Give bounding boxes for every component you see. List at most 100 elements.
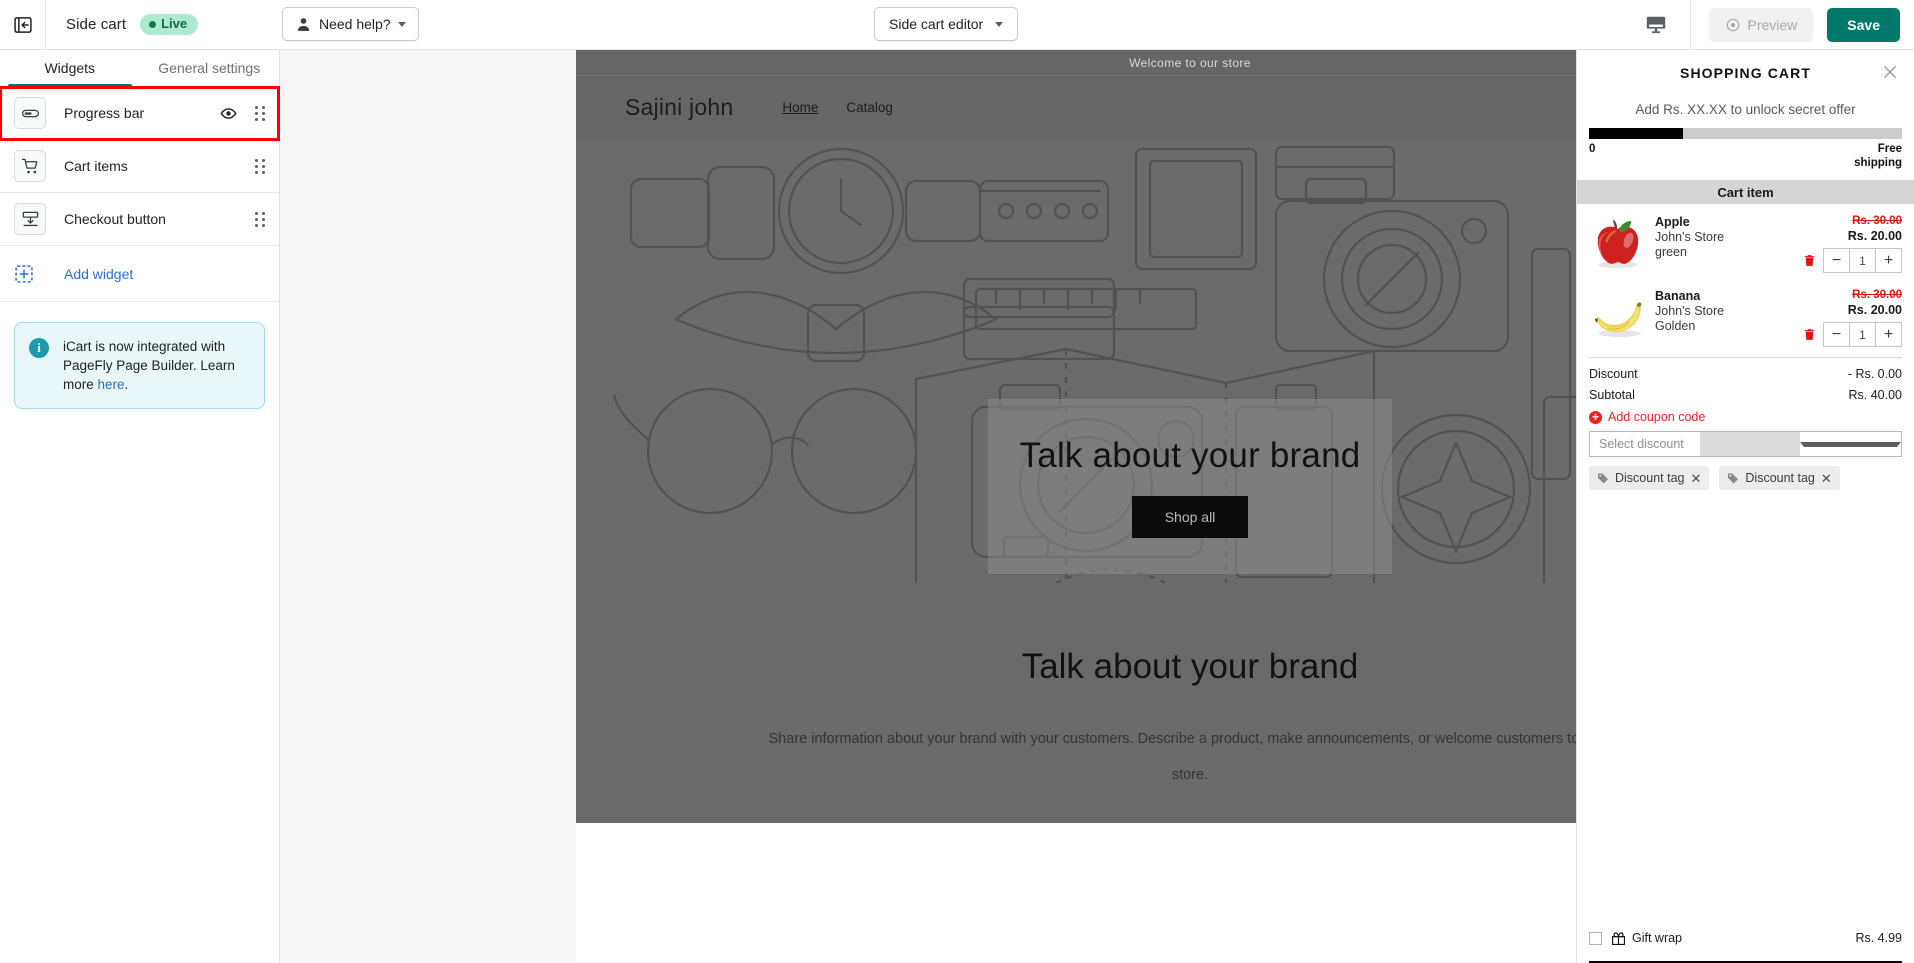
total-value: - Rs. 0.00 — [1847, 367, 1902, 381]
plus-circle-icon: + — [1589, 410, 1602, 424]
widget-row-cart-items[interactable]: Cart items — [0, 140, 279, 193]
trash-icon — [1804, 329, 1815, 340]
store-nav: Home Catalog — [782, 100, 893, 115]
discount-tag[interactable]: Discount tag ✕ — [1719, 466, 1840, 490]
widget-label: Cart items — [64, 158, 128, 174]
product-info: Banana John's Store Golden — [1655, 287, 1780, 334]
widget-icon-wrapper — [14, 97, 46, 129]
discount-select[interactable]: Select discount — [1589, 431, 1902, 457]
decrease-quantity-button[interactable]: − — [1824, 323, 1849, 346]
support-agent-icon — [297, 17, 310, 31]
product-variant: Golden — [1655, 319, 1696, 333]
product-name: Banana — [1655, 289, 1701, 303]
banana-image — [1595, 302, 1642, 337]
cart-spacer — [1577, 490, 1914, 923]
add-widget-button[interactable]: Add widget — [0, 246, 279, 302]
editor-select-label: Side cart editor — [889, 16, 984, 32]
status-badge: Live — [140, 14, 199, 35]
shop-all-button[interactable]: Shop all — [1131, 495, 1249, 538]
cart-item-row: Apple John's Store green Rs. 30.00 Rs. 2… — [1577, 204, 1914, 278]
close-cart-button[interactable] — [1881, 63, 1899, 81]
nav-link-home[interactable]: Home — [782, 100, 818, 115]
chevron-down-icon — [995, 21, 1004, 27]
hero-title: Talk about your brand — [1019, 435, 1361, 475]
remove-item-button[interactable] — [1803, 328, 1816, 341]
cart-items-section-title: Cart item — [1577, 180, 1914, 204]
sidebar-tabs: Widgets General settings — [0, 50, 279, 87]
collapse-sidebar-button[interactable] — [0, 0, 46, 50]
toggle-visibility-button[interactable] — [220, 105, 237, 122]
total-row-discount: Discount - Rs. 0.00 — [1589, 364, 1902, 385]
chevron-down-icon — [397, 21, 406, 27]
progress-message: Add Rs. XX.XX to unlock secret offer — [1635, 102, 1856, 117]
gift-wrap-checkbox[interactable] — [1589, 931, 1602, 945]
preview-button[interactable]: Preview — [1708, 7, 1814, 42]
need-help-label: Need help? — [319, 16, 391, 32]
cart-totals: Discount - Rs. 0.00 Subtotal Rs. 40.00 +… — [1589, 357, 1902, 424]
gift-icon — [1612, 931, 1625, 945]
product-compare-price: Rs. 30.00 — [1852, 215, 1902, 227]
app-body: Widgets General settings Progress bar Ca… — [0, 50, 1914, 963]
quantity-controls: − 1 + — [1780, 322, 1902, 347]
remove-item-button[interactable] — [1803, 254, 1816, 267]
preview-label: Preview — [1747, 16, 1798, 33]
add-coupon-label: Add coupon code — [1608, 410, 1706, 424]
hero-card: Talk about your brand Shop all — [988, 399, 1392, 574]
tab-widgets[interactable]: Widgets — [0, 50, 140, 87]
checkout-button-icon — [22, 211, 38, 226]
quantity-stepper: − 1 + — [1823, 322, 1902, 347]
tag-icon — [1598, 473, 1608, 484]
widget-icon-wrapper — [14, 150, 46, 182]
need-help-button[interactable]: Need help? — [282, 7, 419, 41]
product-pricing: Rs. 30.00 Rs. 20.00 − 1 + — [1780, 287, 1902, 347]
product-vendor: John's Store — [1655, 230, 1725, 244]
widget-row-checkout-button[interactable]: Checkout button — [0, 193, 279, 246]
quantity-value: 1 — [1849, 323, 1876, 346]
gift-wrap-label: Gift wrap — [1632, 931, 1683, 945]
product-thumbnail — [1589, 213, 1647, 271]
gift-wrap-price: Rs. 4.99 — [1855, 931, 1902, 945]
info-banner-text: iCart is now integrated with PageFly Pag… — [63, 337, 250, 394]
drag-handle[interactable] — [255, 158, 265, 174]
increase-quantity-button[interactable]: + — [1876, 323, 1901, 346]
widget-icon-wrapper — [14, 203, 46, 235]
top-bar: Side cart Live Need help? Side cart edit… — [0, 0, 1914, 50]
add-coupon-code-button[interactable]: + Add coupon code — [1589, 410, 1902, 424]
total-row-subtotal: Subtotal Rs. 40.00 — [1589, 385, 1902, 406]
progress-start-label: 0 — [1589, 143, 1596, 155]
progress-fill — [1589, 128, 1683, 139]
discount-tag[interactable]: Discount tag ✕ — [1589, 466, 1710, 490]
desktop-icon — [1646, 16, 1665, 33]
nav-link-catalog[interactable]: Catalog — [846, 100, 893, 115]
plus-square-dashed-icon — [15, 264, 33, 283]
info-banner-link[interactable]: here — [98, 377, 125, 392]
tab-general-settings[interactable]: General settings — [140, 50, 280, 86]
device-preview-button[interactable] — [1636, 5, 1676, 45]
product-vendor: John's Store — [1655, 304, 1725, 318]
drag-handle[interactable] — [255, 211, 265, 227]
product-name: Apple — [1655, 215, 1690, 229]
increase-quantity-button[interactable]: + — [1876, 249, 1901, 272]
progress-end-label: Free shipping — [1854, 143, 1902, 169]
rich-text-heading: Talk about your brand — [1021, 647, 1359, 686]
widget-row-progress-bar[interactable]: Progress bar — [0, 86, 280, 141]
tag-icon — [1728, 473, 1739, 484]
close-icon — [1884, 66, 1896, 78]
total-label: Discount — [1589, 367, 1638, 381]
editor-select-dropdown[interactable]: Side cart editor — [874, 7, 1019, 41]
progress-bar-widget: Add Rs. XX.XX to unlock secret offer 0 F… — [1577, 96, 1914, 170]
remove-tag-icon[interactable]: ✕ — [1690, 472, 1701, 485]
widget-actions — [255, 211, 265, 227]
remove-tag-icon[interactable]: ✕ — [1821, 472, 1832, 485]
trash-icon — [1804, 255, 1815, 266]
cart-title: SHOPPING CART — [1680, 65, 1811, 81]
save-button[interactable]: Save — [1827, 7, 1900, 42]
drag-handle[interactable] — [255, 105, 265, 121]
discount-select-placeholder: Select discount — [1599, 437, 1684, 451]
app-root: Side cart Live Need help? Side cart edit… — [0, 0, 1914, 963]
status-badge-label: Live — [161, 16, 188, 31]
store-logo: Sajini john — [625, 94, 734, 120]
decrease-quantity-button[interactable]: − — [1824, 249, 1849, 272]
widget-label: Checkout button — [64, 211, 166, 227]
gift-wrap-row: Gift wrap Rs. 4.99 — [1577, 923, 1914, 953]
